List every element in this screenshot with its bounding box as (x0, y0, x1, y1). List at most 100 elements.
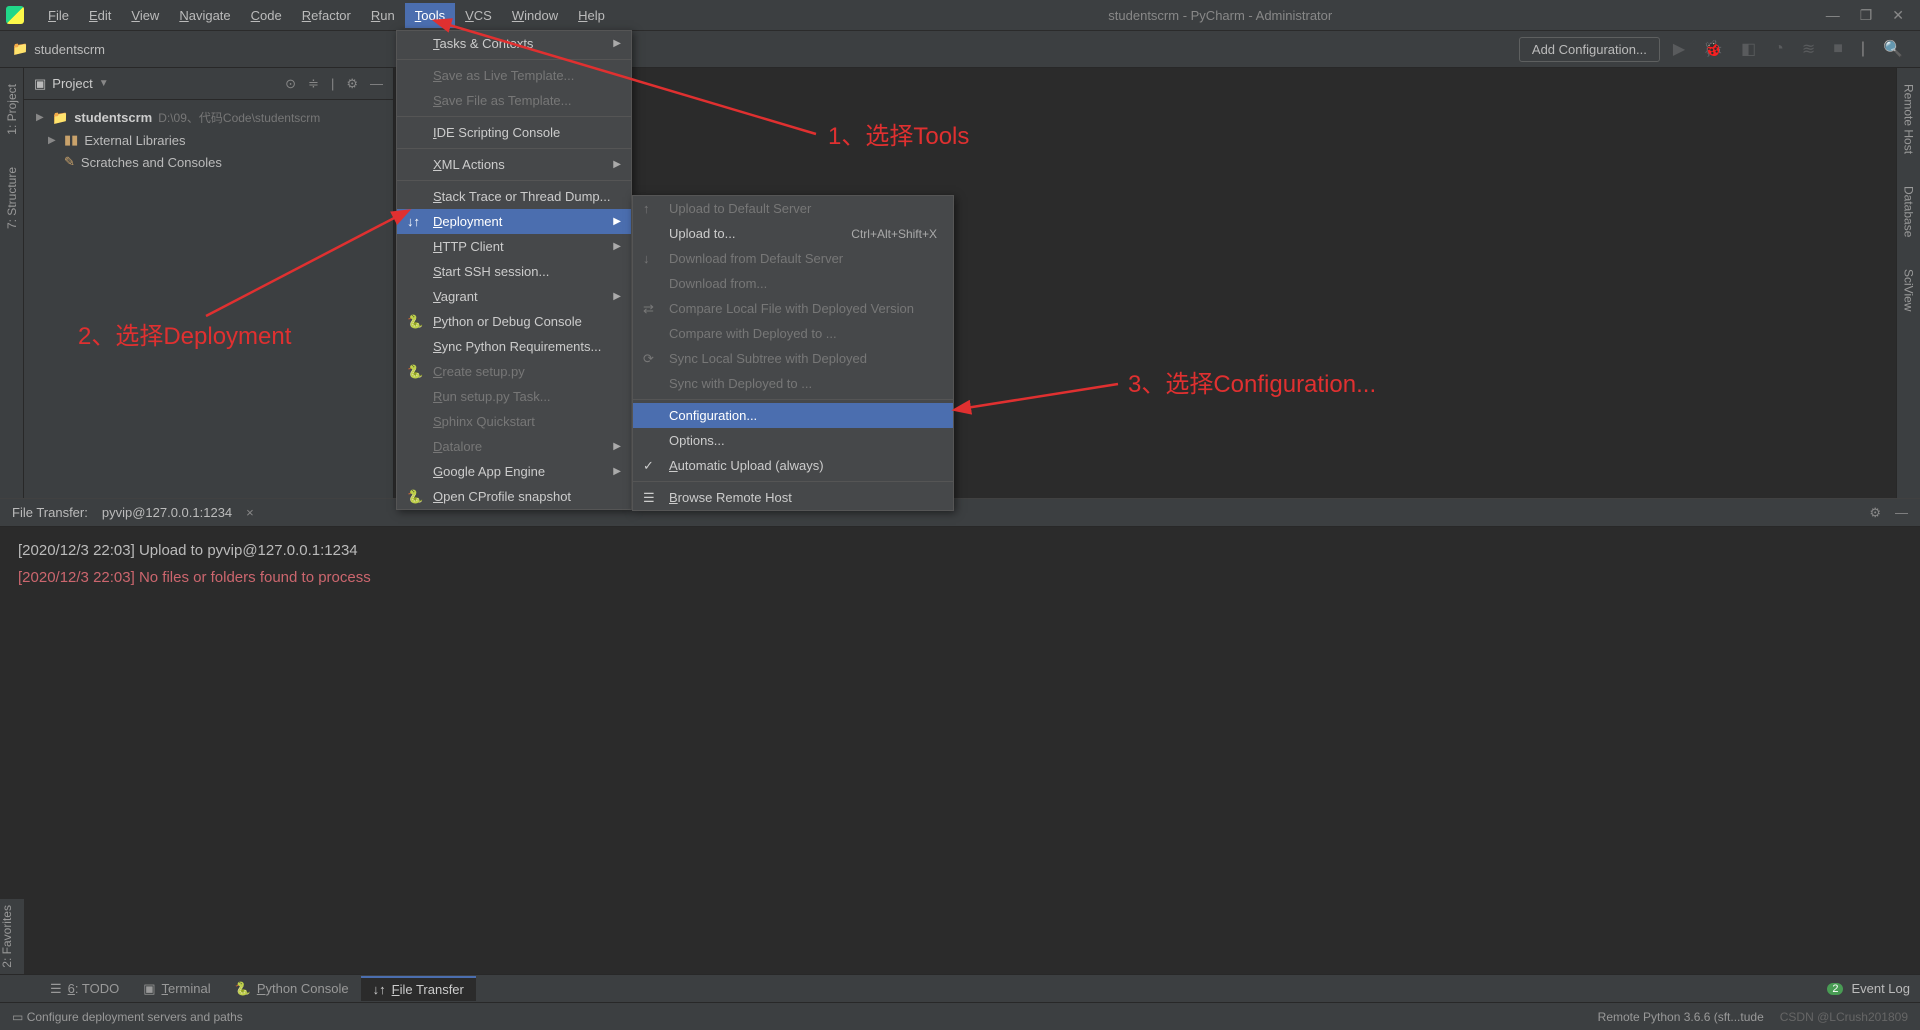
project-panel-title[interactable]: Project (52, 76, 92, 91)
watermark: CSDN @LCrush201809 (1780, 1010, 1908, 1024)
tools-item-ide-scripting-console[interactable]: IDE Scripting Console (397, 120, 631, 145)
bottom-tab-terminal[interactable]: ▣Terminal (131, 976, 222, 1001)
menu-edit[interactable]: Edit (79, 3, 121, 28)
coverage-icon[interactable]: ◧ (1736, 39, 1761, 59)
bottom-tool-tabs: ☰6: TODO▣Terminal🐍Python Console↓↑File T… (0, 974, 1920, 1002)
menu-help[interactable]: Help (568, 3, 615, 28)
tools-item-create-setup-py: 🐍Create setup.py (397, 359, 631, 384)
menu-navigate[interactable]: Navigate (169, 3, 240, 28)
deploy-item-configuration-[interactable]: Configuration... (633, 403, 953, 428)
project-tree: ▶ 📁 studentscrm D:\09、代码Code\studentscrm… (24, 100, 393, 179)
tools-item-xml-actions[interactable]: XML Actions▶ (397, 152, 631, 177)
bottom-tab-file-transfer[interactable]: ↓↑File Transfer (361, 976, 476, 1001)
bottom-tab--todo[interactable]: ☰6: TODO (38, 976, 131, 1001)
deploy-item-options-[interactable]: Options... (633, 428, 953, 453)
interpreter-label[interactable]: Remote Python 3.6.6 (sft...tude (1598, 1010, 1764, 1024)
tools-item-save-as-live-template-: Save as Live Template... (397, 63, 631, 88)
project-tool-tab[interactable]: 1: Project (5, 78, 19, 141)
menu-refactor[interactable]: Refactor (292, 3, 361, 28)
deploy-item-upload-to-[interactable]: Upload to...Ctrl+Alt+Shift+X (633, 221, 953, 246)
deploy-item-sync-with-deployed-to-: Sync with Deployed to ... (633, 371, 953, 396)
tools-item-start-ssh-session-[interactable]: Start SSH session... (397, 259, 631, 284)
profile-icon[interactable]: ◔ (1769, 40, 1789, 58)
file-transfer-label: File Transfer: (12, 505, 88, 520)
remote-host-tab[interactable]: Remote Host (1902, 78, 1916, 160)
tools-item-tasks-contexts[interactable]: Tasks & Contexts▶ (397, 31, 631, 56)
left-bottom-gutter: 2: Favorites (0, 899, 24, 974)
stop-icon[interactable]: ■ (1828, 40, 1848, 58)
add-configuration-button[interactable]: Add Configuration... (1519, 37, 1660, 62)
menu-view[interactable]: View (121, 3, 169, 28)
titlebar: FileEditViewNavigateCodeRefactorRunTools… (0, 0, 1920, 30)
file-transfer-panel: File Transfer: pyvip@127.0.0.1:1234 × ⚙ … (0, 498, 1920, 974)
search-everywhere-icon[interactable]: 🔍 (1878, 39, 1908, 59)
close-tab-icon[interactable]: × (246, 505, 254, 520)
concurrency-icon[interactable]: ≋ (1797, 39, 1820, 59)
deployment-submenu: ↑Upload to Default ServerUpload to...Ctr… (632, 195, 954, 511)
panel-settings-icon[interactable]: ⚙ (1869, 505, 1881, 521)
menu-vcs[interactable]: VCS (455, 3, 502, 28)
navigation-toolbar: 📁 studentscrm Add Configuration... ▶ 🐞 ◧… (0, 30, 1920, 68)
window-title: studentscrm - PyCharm - Administrator (615, 8, 1826, 23)
project-panel-header: ▣ Project ▼ ⊙ ≑ | ⚙ — (24, 68, 393, 100)
external-libraries-item[interactable]: ▶ ▮▮ External Libraries (24, 129, 393, 151)
structure-tool-tab[interactable]: 7: Structure (5, 161, 19, 235)
tools-item-python-or-debug-console[interactable]: 🐍Python or Debug Console (397, 309, 631, 334)
sciview-tab[interactable]: SciView (1902, 263, 1916, 317)
folder-icon: 📁 (12, 41, 28, 57)
tools-item-http-client[interactable]: HTTP Client▶ (397, 234, 631, 259)
tools-item-google-app-engine[interactable]: Google App Engine▶ (397, 459, 631, 484)
debug-icon[interactable]: 🐞 (1698, 39, 1728, 59)
window-controls: — ❐ ✕ (1826, 7, 1914, 24)
deploy-item-compare-with-deployed-to-: Compare with Deployed to ... (633, 321, 953, 346)
settings-icon[interactable]: ⚙ (346, 76, 358, 92)
status-message: Configure deployment servers and paths (27, 1010, 243, 1024)
scratch-icon: ✎ (64, 154, 75, 170)
status-message-icon: ▭ (12, 1010, 23, 1024)
database-tab[interactable]: Database (1902, 180, 1916, 243)
chevron-down-icon[interactable]: ▼ (99, 78, 109, 89)
tools-item-sphinx-quickstart: Sphinx Quickstart (397, 409, 631, 434)
deploy-item-download-from-: Download from... (633, 271, 953, 296)
favorites-tab[interactable]: 2: Favorites (0, 899, 14, 974)
event-log-button[interactable]: Event Log (1851, 981, 1910, 996)
tools-item-datalore: Datalore▶ (397, 434, 631, 459)
tools-item-sync-python-requirements-[interactable]: Sync Python Requirements... (397, 334, 631, 359)
minimize-button[interactable]: — (1826, 7, 1840, 24)
run-icon[interactable]: ▶ (1668, 39, 1690, 59)
tools-item-run-setup-py-task-: Run setup.py Task... (397, 384, 631, 409)
scratches-item[interactable]: ▶ ✎ Scratches and Consoles (24, 151, 393, 173)
tools-item-save-file-as-template-: Save File as Template... (397, 88, 631, 113)
menu-code[interactable]: Code (241, 3, 292, 28)
close-button[interactable]: ✕ (1892, 7, 1904, 24)
bottom-tab-python-console[interactable]: 🐍Python Console (223, 976, 361, 1001)
breadcrumb-text: studentscrm (34, 42, 105, 57)
maximize-button[interactable]: ❐ (1860, 7, 1873, 24)
menu-tools[interactable]: Tools (405, 3, 455, 28)
expand-all-icon[interactable]: ≑ (308, 76, 319, 92)
menu-file[interactable]: File (38, 3, 79, 28)
tools-item-vagrant[interactable]: Vagrant▶ (397, 284, 631, 309)
file-transfer-tab[interactable]: pyvip@127.0.0.1:1234 (102, 505, 232, 520)
file-transfer-header: File Transfer: pyvip@127.0.0.1:1234 × ⚙ … (0, 499, 1920, 527)
deploy-item-download-from-default-server: ↓Download from Default Server (633, 246, 953, 271)
folder-icon: 📁 (52, 110, 68, 126)
deploy-item-automatic-upload-always-[interactable]: ✓Automatic Upload (always) (633, 453, 953, 478)
panel-hide-icon[interactable]: — (1895, 505, 1908, 521)
deploy-item-browse-remote-host[interactable]: ☰Browse Remote Host (633, 485, 953, 510)
menu-window[interactable]: Window (502, 3, 568, 28)
tools-item-deployment[interactable]: ↓↑Deployment▶ (397, 209, 631, 234)
tree-root-item[interactable]: ▶ 📁 studentscrm D:\09、代码Code\studentscrm (24, 106, 393, 129)
pycharm-logo-icon (6, 6, 24, 24)
library-icon: ▮▮ (64, 132, 78, 148)
menu-run[interactable]: Run (361, 3, 405, 28)
deploy-item-compare-local-file-with-deployed-version: ⇄Compare Local File with Deployed Versio… (633, 296, 953, 321)
deploy-item-sync-local-subtree-with-deployed: ⟳Sync Local Subtree with Deployed (633, 346, 953, 371)
hide-panel-icon[interactable]: — (370, 76, 383, 92)
deploy-item-upload-to-default-server: ↑Upload to Default Server (633, 196, 953, 221)
tools-menu-dropdown: Tasks & Contexts▶ Save as Live Template..… (396, 30, 632, 510)
breadcrumb[interactable]: 📁 studentscrm (12, 41, 105, 57)
locate-icon[interactable]: ⊙ (285, 76, 296, 92)
tools-item-stack-trace-or-thread-dump-[interactable]: Stack Trace or Thread Dump... (397, 184, 631, 209)
tools-item-open-cprofile-snapshot[interactable]: 🐍Open CProfile snapshot (397, 484, 631, 509)
